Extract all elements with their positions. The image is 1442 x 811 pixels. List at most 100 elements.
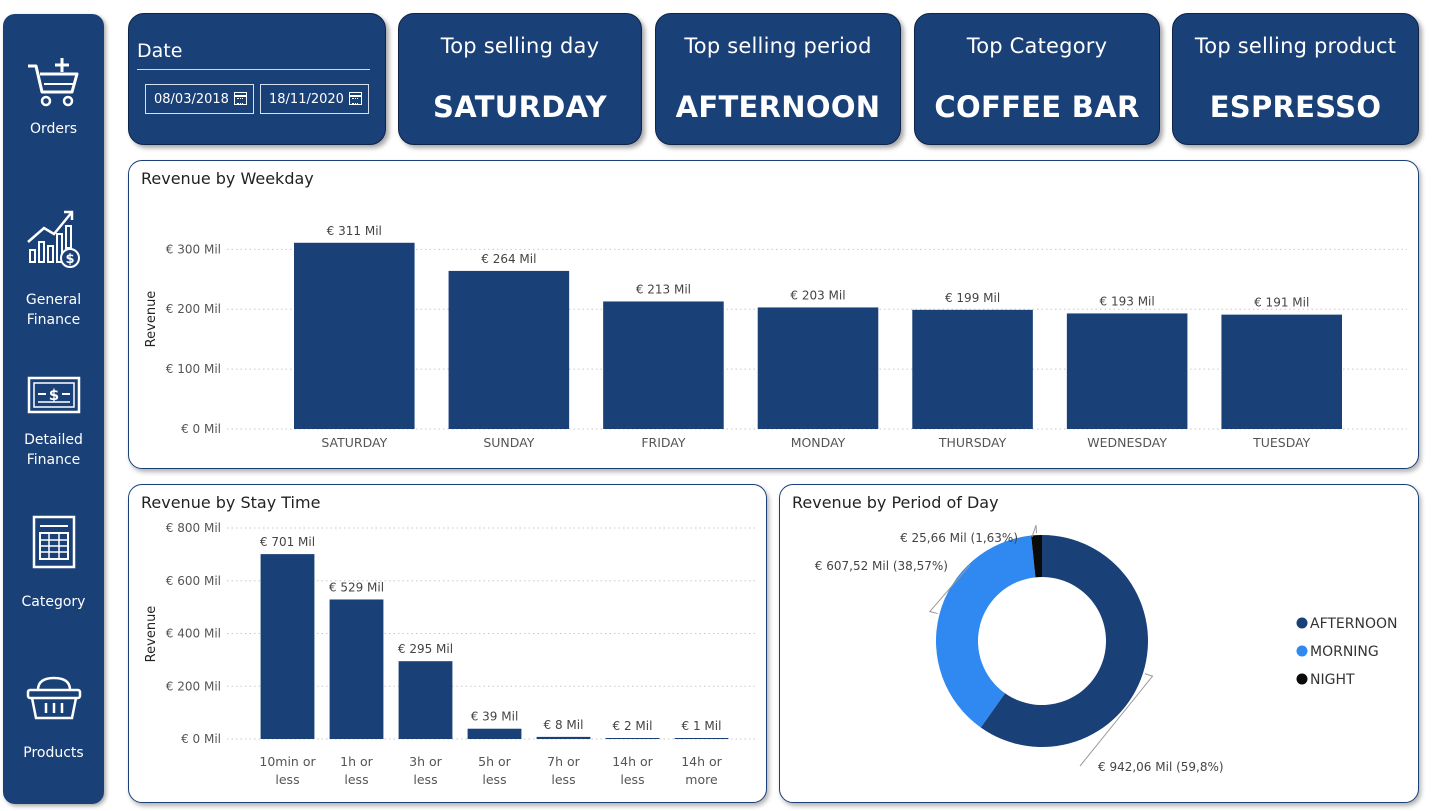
sidebar-item-general-finance[interactable]: $ General Finance: [3, 204, 104, 330]
sidebar-item-label: Orders: [29, 121, 78, 137]
sidebar-item-category[interactable]: Category: [3, 514, 104, 612]
kpi-card-top-period: Top selling period AFTERNOON: [655, 13, 901, 145]
bar[interactable]: [294, 242, 415, 429]
sidebar-item-label: Category: [21, 594, 86, 610]
y-tick-label: € 600 Mil: [166, 574, 221, 588]
kpi-value: COFFEE BAR: [934, 90, 1140, 124]
data-label: € 701 Mil: [260, 535, 315, 549]
data-label: € 203 Mil: [790, 288, 845, 302]
y-tick-label: € 100 Mil: [166, 362, 221, 376]
basket-icon: [26, 676, 81, 720]
data-label: € 607,52 Mil (38,57%): [815, 559, 948, 573]
start-date-input[interactable]: 08/03/2018: [145, 84, 254, 114]
x-tick-label: 1h or less: [340, 754, 373, 787]
donut-slice[interactable]: [936, 535, 1036, 728]
weekday-revenue-panel: Revenue by Weekday € 0 Mil € 100 Mil € 200…: [128, 160, 1419, 469]
sidebar-item-label: Detailed Finance: [24, 432, 83, 468]
y-tick-label: € 400 Mil: [166, 627, 221, 641]
y-tick-label: € 300 Mil: [166, 242, 221, 256]
spreadsheet-icon: [32, 515, 75, 569]
kpi-card-top-category: Top Category COFFEE BAR: [914, 13, 1160, 145]
legend-marker: [1296, 645, 1308, 657]
bar[interactable]: [329, 599, 384, 739]
legend-label[interactable]: NIGHT: [1310, 672, 1355, 688]
bar[interactable]: [674, 738, 729, 739]
kpi-title: Top Category: [966, 34, 1108, 58]
date-filter-card: Date 08/03/2018 18/11/2020: [128, 13, 386, 145]
y-tick-label: € 0 Mil: [181, 422, 221, 436]
x-tick-label: WEDNESDAY: [1087, 435, 1167, 450]
bar[interactable]: [448, 270, 570, 429]
bar[interactable]: [757, 307, 879, 429]
calendar-icon[interactable]: [234, 92, 247, 105]
period-revenue-donut: € 942,06 Mil (59,8%) € 607,52 Mil (38,57%…: [815, 524, 1398, 774]
legend-label[interactable]: MORNING: [1310, 644, 1379, 660]
x-tick-label: MONDAY: [791, 435, 846, 450]
x-tick-label: 14h or less: [612, 754, 653, 787]
data-label: € 295 Mil: [398, 642, 453, 656]
x-tick-label: SUNDAY: [483, 435, 534, 450]
sidebar-item-label: Products: [23, 745, 84, 761]
bar[interactable]: [912, 309, 1033, 429]
y-axis-label: Revenue: [144, 291, 159, 348]
start-date-value: 08/03/2018: [154, 92, 229, 107]
data-label: € 311 Mil: [327, 224, 382, 238]
end-date-input[interactable]: 18/11/2020: [260, 84, 369, 114]
stay-time-revenue-chart: € 0 Mil € 200 Mil € 400 Mil € 600 Mil € 800 …: [144, 521, 757, 787]
bar[interactable]: [536, 736, 591, 739]
bar[interactable]: [1066, 313, 1188, 429]
weekday-revenue-chart: € 0 Mil € 100 Mil € 200 Mil € 300 Mil Revenu…: [144, 224, 1407, 450]
legend-marker: [1296, 617, 1308, 629]
kpi-value: AFTERNOON: [675, 90, 881, 124]
kpi-card-top-day: Top selling day SATURDAY: [398, 13, 642, 145]
x-tick-label: SATURDAY: [321, 435, 387, 450]
calendar-icon[interactable]: [349, 92, 362, 105]
end-date-value: 18/11/2020: [269, 92, 344, 107]
y-tick-label: € 200 Mil: [166, 302, 221, 316]
svg-text:$: $: [65, 252, 74, 267]
x-tick-label: TUESDAY: [1252, 435, 1311, 450]
y-tick-label: € 200 Mil: [166, 679, 221, 693]
x-tick-label: 14h or more: [681, 754, 722, 787]
sidebar-item-orders[interactable]: Orders: [3, 56, 104, 139]
kpi-value: SATURDAY: [433, 90, 607, 124]
sidebar-item-products[interactable]: Products: [3, 674, 104, 763]
bar[interactable]: [260, 554, 315, 739]
y-tick-label: € 800 Mil: [166, 521, 221, 535]
x-tick-label: THURSDAY: [938, 435, 1007, 450]
bar[interactable]: [1221, 314, 1342, 429]
kpi-card-top-product: Top selling product ESPRESSO: [1172, 13, 1419, 145]
bar[interactable]: [398, 661, 453, 739]
x-tick-label: 7h or less: [547, 754, 580, 787]
data-label: € 529 Mil: [329, 580, 384, 594]
sidebar-item-detailed-finance[interactable]: $ Detailed Finance: [3, 372, 104, 470]
data-label: € 8 Mil: [544, 718, 584, 732]
bar[interactable]: [605, 738, 660, 739]
x-tick-label: 3h or less: [409, 754, 442, 787]
x-tick-label: FRIDAY: [641, 435, 686, 450]
y-tick-label: € 0 Mil: [181, 732, 221, 746]
stay-time-revenue-panel: Revenue by Stay Time € 0 Mil € 200 Mil € 4…: [128, 484, 767, 803]
data-label: € 1 Mil: [682, 719, 722, 733]
data-label: € 191 Mil: [1254, 296, 1309, 310]
data-label: € 213 Mil: [636, 282, 691, 296]
divider: [137, 69, 370, 70]
legend-label[interactable]: AFTERNOON: [1310, 616, 1398, 632]
y-axis-label: Revenue: [144, 606, 159, 663]
period-revenue-panel: Revenue by Period of Day € 942,06 Mil (5…: [779, 484, 1419, 803]
sidebar: Orders $ General Finance $ Detailed Fina…: [3, 14, 104, 804]
bar[interactable]: [603, 301, 724, 429]
legend-marker: [1296, 673, 1308, 685]
banknote-icon: $: [27, 376, 80, 414]
x-tick-label: 10min or less: [259, 754, 316, 787]
data-label: € 193 Mil: [1100, 294, 1155, 308]
kpi-title: Top selling day: [440, 34, 600, 58]
data-label: € 942,06 Mil (59,8%): [1098, 760, 1224, 774]
kpi-title: Top selling period: [684, 34, 872, 58]
finance-chart-icon: $: [26, 210, 80, 268]
bar[interactable]: [467, 728, 522, 739]
date-filter-title: Date: [137, 40, 183, 62]
kpi-value: ESPRESSO: [1209, 90, 1382, 124]
data-label: € 264 Mil: [481, 252, 536, 266]
kpi-title: Top selling product: [1194, 34, 1397, 58]
